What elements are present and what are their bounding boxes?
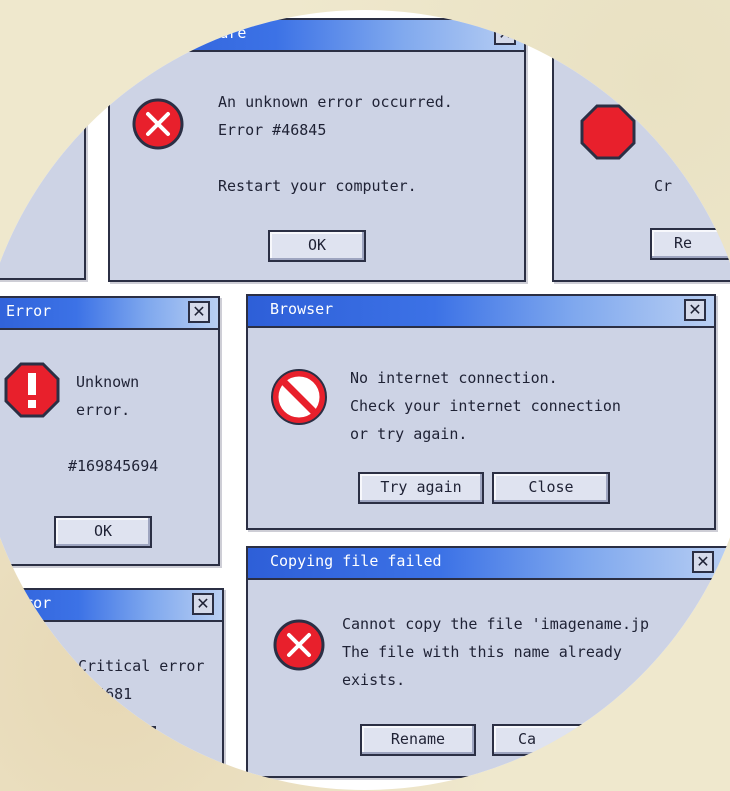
prohibited-icon xyxy=(271,369,327,425)
browser-window: Browser ✕ No internet connection. Check … xyxy=(246,294,716,530)
error-unknown-message-2: error. xyxy=(76,401,131,419)
try-again-button[interactable]: Try again xyxy=(358,472,484,504)
close-button[interactable]: Close xyxy=(492,472,610,504)
error-critical-message-1: Critical error xyxy=(78,657,205,675)
error-code: #169845694 xyxy=(68,457,159,475)
system-failure-title: System Failure xyxy=(120,24,247,42)
exclamation-icon xyxy=(580,104,636,160)
error-unknown-title: Error xyxy=(6,302,52,320)
circular-frame: problem. System Failure ✕ An unknown err… xyxy=(0,10,730,790)
close-icon[interactable]: ✕ xyxy=(692,551,714,573)
rename-button[interactable]: Rename xyxy=(360,724,476,756)
warning-icon xyxy=(4,642,27,689)
error-critical-titlebar[interactable]: Error ✕ xyxy=(0,590,222,622)
system-failure-window: System Failure ✕ An unknown error occurr… xyxy=(108,18,526,282)
ok-button[interactable]: OK xyxy=(54,516,152,548)
system-failure-message-3: Restart your computer. xyxy=(218,177,417,195)
copy-failed-titlebar[interactable]: Copying file failed ✕ xyxy=(248,548,730,580)
system-failure-message-1: An unknown error occurred. xyxy=(218,93,453,111)
error-unknown-window: Error ✕ Unknown error. #169845694 OK xyxy=(0,296,220,566)
error-critical-message-2: #84681 xyxy=(78,685,133,703)
cancel-button[interactable]: Ca xyxy=(492,724,608,756)
close-icon[interactable]: ✕ xyxy=(192,593,214,615)
copy-failed-message-3: exists. xyxy=(342,671,406,689)
right-top-window: Cr Re xyxy=(552,40,730,282)
critical-ok-button[interactable] xyxy=(58,726,156,758)
copy-failed-title: Copying file failed xyxy=(270,552,442,570)
system-failure-titlebar[interactable]: System Failure ✕ xyxy=(110,20,524,52)
close-icon[interactable]: ✕ xyxy=(684,299,706,321)
browser-message-3: or try again. xyxy=(350,425,468,443)
error-unknown-message-1: Unknown xyxy=(76,373,140,391)
ok-button[interactable]: OK xyxy=(268,230,366,262)
close-icon[interactable]: ✕ xyxy=(494,23,516,45)
copy-failed-window: Copying file failed ✕ Cannot copy the fi… xyxy=(246,546,730,778)
browser-title: Browser xyxy=(270,300,334,318)
right-top-message: Cr xyxy=(654,177,673,195)
close-icon[interactable]: ✕ xyxy=(188,301,210,323)
error-critical-title: Error xyxy=(6,594,52,612)
system-failure-message-2: Error #46845 xyxy=(218,121,327,139)
error-x-icon xyxy=(273,619,325,671)
browser-message-2: Check your internet connection xyxy=(350,397,621,415)
error-unknown-titlebar[interactable]: Error ✕ xyxy=(0,298,218,330)
copy-failed-message-1: Cannot copy the file 'imagename.jp xyxy=(342,615,650,633)
browser-message-1: No internet connection. xyxy=(350,369,558,387)
exclamation-icon xyxy=(4,362,60,418)
error-critical-window: Error ✕ Critical error #84681 xyxy=(0,588,224,778)
right-top-button[interactable]: Re xyxy=(650,228,730,260)
copy-failed-message-2: The file with this name already xyxy=(342,643,622,661)
left-top-window: problem. xyxy=(0,40,86,280)
left-top-message: problem. xyxy=(0,183,35,201)
error-x-icon xyxy=(132,98,184,150)
browser-titlebar[interactable]: Browser ✕ xyxy=(248,296,714,328)
